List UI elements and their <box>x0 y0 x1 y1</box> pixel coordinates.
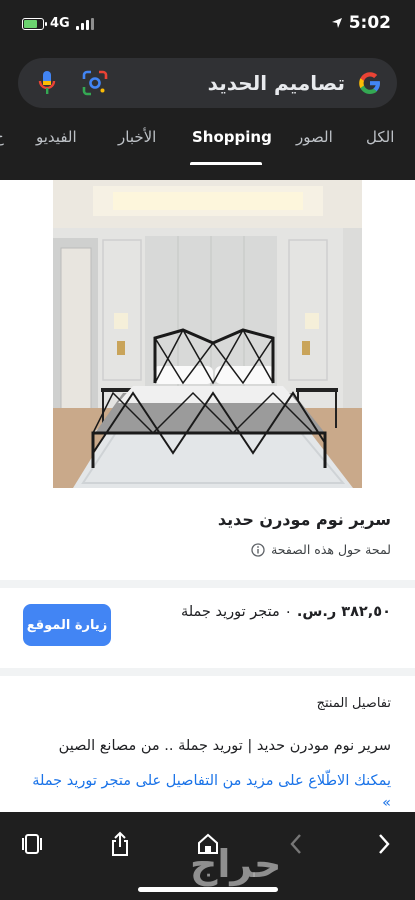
tab-images[interactable]: الصور <box>296 128 333 146</box>
seller-name: ٠ متجر توريد جملة <box>180 604 293 620</box>
watermark: حراج <box>190 842 282 886</box>
about-page-label: لمحة حول هذه الصفحة <box>271 542 391 557</box>
product-image[interactable] <box>53 180 362 488</box>
tab-more[interactable]: خ <box>0 128 4 146</box>
product-description: سرير نوم مودرن حديد | توريد جملة .. من م… <box>58 738 391 754</box>
network-label: 4G <box>50 16 70 31</box>
section-divider <box>0 580 415 588</box>
battery-icon <box>22 17 47 30</box>
tab-videos[interactable]: الفيديو <box>36 128 77 146</box>
active-tab-indicator <box>190 162 262 165</box>
tab-news[interactable]: الأخبار <box>118 128 156 146</box>
mic-icon[interactable] <box>30 66 64 100</box>
price: ٣٨٢,٥٠ ر.س. <box>296 604 391 620</box>
section-divider <box>0 668 415 676</box>
search-header: تصاميم الحديد الكل الصور Shopping الأخبا… <box>0 52 415 180</box>
product-details-heading: تفاصيل المنتج <box>316 696 391 711</box>
search-bar[interactable]: تصاميم الحديد <box>18 58 397 108</box>
product-panel: سرير نوم مودرن حديد لمحة حول هذه الصفحة … <box>0 180 415 812</box>
tabs-icon[interactable] <box>12 824 52 864</box>
about-page-link[interactable]: لمحة حول هذه الصفحة <box>251 542 391 557</box>
signal-icon <box>75 17 94 30</box>
forward-icon[interactable] <box>364 824 404 864</box>
tab-shopping[interactable]: Shopping <box>192 128 272 146</box>
info-icon <box>251 542 265 557</box>
status-bar: 4G 5:02 <box>0 0 415 52</box>
tab-all[interactable]: الكل <box>366 128 394 146</box>
share-icon[interactable] <box>100 824 140 864</box>
google-logo-icon <box>355 68 385 98</box>
home-indicator <box>138 887 278 892</box>
location-arrow-icon <box>331 18 342 28</box>
clock: 5:02 <box>348 13 391 33</box>
back-icon[interactable] <box>276 824 316 864</box>
search-query[interactable]: تصاميم الحديد <box>112 71 355 95</box>
lens-icon[interactable] <box>78 66 112 100</box>
price-row: ٣٨٢,٥٠ ر.س. ٠ متجر توريد جملة <box>181 604 391 620</box>
visit-site-button[interactable]: زيارة الموقع <box>23 604 111 646</box>
product-title[interactable]: سرير نوم مودرن حديد <box>218 510 391 529</box>
more-details-link[interactable]: يمكنك الاطّلاع على مزيد من التفاصيل على … <box>21 770 391 812</box>
search-tabs: الكل الصور Shopping الأخبار الفيديو خ <box>0 122 415 165</box>
